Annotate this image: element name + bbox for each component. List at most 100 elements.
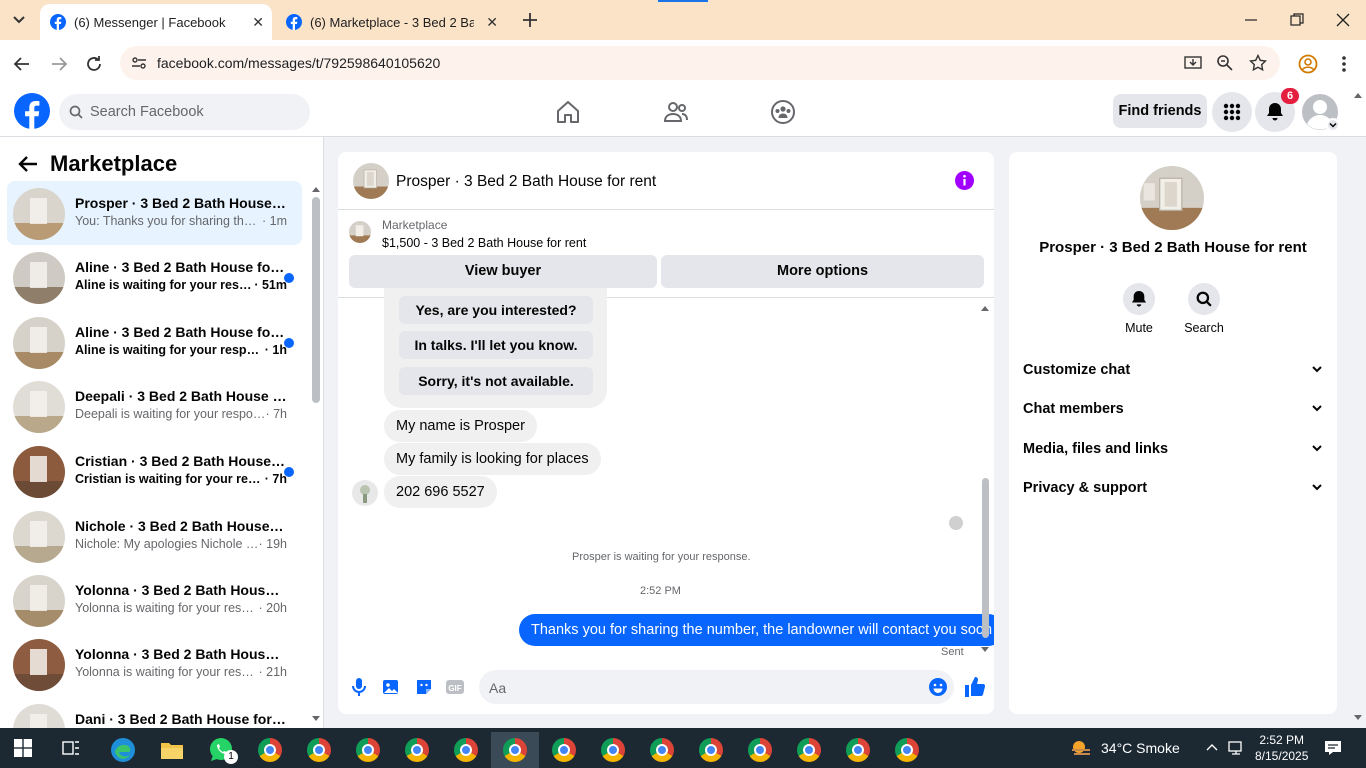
incoming-message[interactable]: My name is Prosper [384,410,537,442]
close-window-icon[interactable] [1335,12,1351,28]
search-button[interactable] [1188,283,1220,315]
more-options-button[interactable]: More options [661,255,984,288]
tab-search-dropdown[interactable] [6,8,32,32]
quick-reply-button[interactable]: In talks. I'll let you know. [399,331,593,359]
groups-icon[interactable] [770,99,796,125]
chrome-taskbar-button[interactable] [785,732,833,768]
gif-icon[interactable]: GIF [445,677,465,697]
find-friends-button[interactable]: Find friends [1113,94,1207,128]
conversation-item[interactable]: Prosper · 3 Bed 2 Bath House for rent You… [7,181,302,245]
chrome-taskbar-button[interactable] [736,732,784,768]
conversation-item[interactable]: Cristian · 3 Bed 2 Bath House for rent Cr… [7,439,302,503]
windows-start-icon[interactable] [14,739,32,757]
chrome-taskbar-button[interactable] [638,732,686,768]
close-tab-icon[interactable]: ✕ [486,14,498,31]
reload-icon[interactable] [84,54,104,74]
photo-icon[interactable] [381,677,401,697]
back-arrow-icon[interactable] [12,54,32,74]
sidebar-scrollbar[interactable] [312,197,320,403]
listing-title[interactable]: $1,500 - 3 Bed 2 Bath House for rent [382,236,586,250]
quick-reply-button[interactable]: Sorry, it's not available. [399,367,593,395]
mute-action[interactable]: Mute [1109,283,1169,335]
conversation-item[interactable]: Yolonna · 3 Bed 2 Bath House for rent Yol… [7,632,302,696]
scroll-up-icon[interactable] [311,185,321,193]
account-button[interactable] [1300,92,1340,132]
task-view-icon[interactable] [62,739,80,757]
whatsapp-taskbar-button[interactable]: 1 [197,732,245,768]
conversation-item[interactable]: Aline · 3 Bed 2 Bath House for rent Aline… [7,245,302,309]
menu-button[interactable] [1212,92,1252,132]
install-app-icon[interactable] [1184,54,1202,72]
emoji-icon[interactable] [928,677,948,697]
chrome-taskbar-button[interactable] [589,732,637,768]
page-scroll-up-icon[interactable] [1353,91,1363,99]
sticker-icon[interactable] [414,677,434,697]
close-tab-icon[interactable]: ✕ [252,14,264,31]
file-explorer-taskbar-button[interactable] [148,732,196,768]
kebab-menu-icon[interactable] [1338,54,1350,74]
chrome-taskbar-button[interactable] [393,732,441,768]
new-tab-icon[interactable] [520,10,540,30]
site-settings-icon[interactable] [130,54,148,72]
conversation-item[interactable]: Deepali · 3 Bed 2 Bath House for rent Dee… [7,374,302,438]
chrome-taskbar-button[interactable] [344,732,392,768]
mute-button[interactable] [1123,283,1155,315]
chrome-taskbar-button[interactable] [491,732,539,768]
tab-marketplace[interactable]: (6) Marketplace - 3 Bed 2 Bath H ✕ [276,4,506,40]
chrome-taskbar-button[interactable] [246,732,294,768]
conversation-item[interactable]: Yolonna · 3 Bed 2 Bath House for rent Yol… [7,568,302,632]
forward-arrow-icon[interactable] [49,54,69,74]
bookmark-star-icon[interactable] [1249,54,1267,72]
avatar[interactable] [353,163,389,199]
friends-icon[interactable] [663,99,689,125]
chrome-taskbar-button[interactable] [834,732,882,768]
sender-avatar[interactable] [352,480,378,506]
incoming-message[interactable]: 202 696 5527 [384,476,497,508]
microphone-icon[interactable] [349,677,369,697]
like-icon[interactable] [964,676,986,698]
chrome-taskbar-button[interactable] [687,732,735,768]
profile-icon[interactable] [1298,54,1318,74]
facebook-search[interactable]: Search Facebook [59,94,310,130]
address-bar[interactable]: facebook.com/messages/t/792598640105620 [120,46,1280,80]
weather-icon[interactable] [1070,738,1092,758]
back-arrow-icon[interactable] [18,155,38,173]
chrome-taskbar-button[interactable] [295,732,343,768]
listing-thumbnail[interactable] [349,221,371,243]
scroll-up-icon[interactable] [980,304,990,312]
chevron-up-icon[interactable] [1206,743,1218,751]
restore-icon[interactable] [1289,12,1305,28]
incoming-message[interactable]: My family is looking for places [384,443,601,475]
system-clock[interactable]: 2:52 PM 8/15/2025 [1255,732,1308,764]
conversation-item[interactable]: Nichole · 3 Bed 2 Bath House for rent Nic… [7,504,302,568]
home-icon[interactable] [555,99,581,125]
chrome-taskbar-button[interactable] [540,732,588,768]
chat-scrollbar[interactable] [982,478,989,638]
zoom-icon[interactable] [1216,54,1234,72]
view-buyer-button[interactable]: View buyer [349,255,657,288]
weather-text[interactable]: 34°C Smoke [1101,740,1180,756]
details-section-row[interactable]: Customize chat [1023,355,1323,385]
details-section-row[interactable]: Chat members [1023,394,1323,424]
avatar[interactable] [1140,166,1204,230]
scroll-down-icon[interactable] [980,646,990,654]
chrome-taskbar-button[interactable] [442,732,490,768]
edge-taskbar-button[interactable] [99,732,147,768]
notification-center-icon[interactable] [1324,739,1342,757]
outgoing-message[interactable]: Thanks you for sharing the number, the l… [519,614,994,646]
conversation-item[interactable]: Dani · 3 Bed 2 Bath House for rent [7,697,302,728]
minimize-icon[interactable] [1243,12,1259,28]
search-action[interactable]: Search [1174,283,1234,335]
message-input[interactable]: Aa [479,670,954,704]
page-scroll-down-icon[interactable] [1353,714,1363,722]
scroll-down-icon[interactable] [311,715,321,723]
details-section-row[interactable]: Privacy & support [1023,473,1323,503]
tab-messenger[interactable]: (6) Messenger | Facebook ✕ [40,4,272,40]
network-icon[interactable] [1228,739,1246,757]
chrome-taskbar-button[interactable] [883,732,931,768]
facebook-logo-icon[interactable] [14,93,50,129]
details-section-row[interactable]: Media, files and links [1023,434,1323,464]
quick-reply-button[interactable]: Yes, are you interested? [399,296,593,324]
conversation-item[interactable]: Aline · 3 Bed 2 Bath House for rent Aline… [7,310,302,374]
info-icon[interactable] [955,171,974,190]
